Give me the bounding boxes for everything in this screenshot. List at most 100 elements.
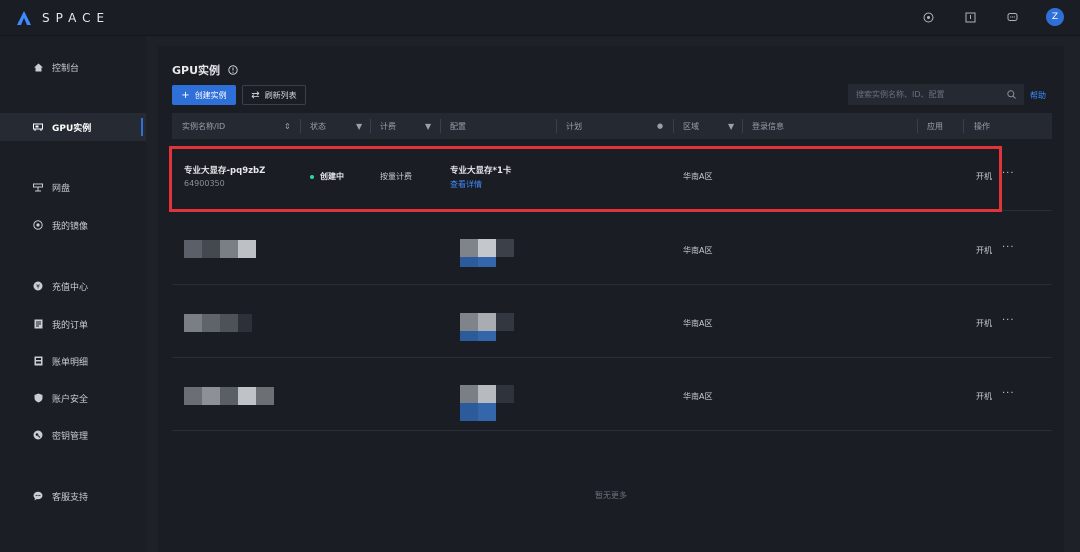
- sidebar: 控制台 GPU实例 网盘 我的镜像 ¥ 充值中心 我的订单 账单明细 账户安全 …: [0, 36, 146, 552]
- region-cell: 华南A区: [683, 172, 713, 181]
- info-icon[interactable]: [228, 65, 238, 75]
- refresh-icon: ⇄: [251, 89, 260, 101]
- sidebar-item-label: 账户安全: [52, 394, 89, 405]
- more-icon[interactable]: ···: [1002, 315, 1015, 326]
- power-on-button[interactable]: 开机: [976, 245, 992, 256]
- sidebar-item-my-images[interactable]: 我的镜像: [0, 211, 146, 239]
- order-icon: [33, 319, 43, 329]
- top-bar: SPACE Z: [0, 0, 1080, 36]
- region-cell: 华南A区: [683, 319, 713, 328]
- filter-icon[interactable]: ▼: [728, 113, 734, 139]
- sort-icon[interactable]: ⇕: [284, 113, 291, 139]
- instance-name-cell: 专业大显存-pq9zbZ 64900350: [184, 164, 265, 188]
- logo[interactable]: SPACE: [16, 10, 110, 26]
- table-row: 华南A区 开机 ···: [172, 286, 1052, 358]
- power-on-button[interactable]: 开机: [976, 391, 992, 402]
- sidebar-item-recharge[interactable]: ¥ 充值中心: [0, 272, 146, 300]
- table-row: 华南A区 开机 ···: [172, 359, 1052, 431]
- power-on-button[interactable]: 开机: [976, 171, 992, 182]
- chat-icon: [33, 491, 43, 501]
- image-icon: [33, 220, 43, 230]
- sidebar-item-label: 我的订单: [52, 320, 89, 331]
- notification-icon[interactable]: [922, 11, 934, 23]
- column-header-apps: 应用: [927, 113, 943, 139]
- table-header: 实例名称/ID ⇕ 状态 ▼ 计费 ▼ 配置 计划 ● 区域 ▼ 登录信息 应用…: [172, 113, 1052, 139]
- power-on-button[interactable]: 开机: [976, 318, 992, 329]
- config-name: 专业大显存*1卡: [450, 166, 512, 176]
- refresh-list-label: 刷新列表: [264, 90, 297, 100]
- disk-icon: [33, 182, 43, 192]
- logo-icon: [17, 11, 31, 25]
- column-header-label: 操作: [974, 121, 990, 131]
- column-header-label: 配置: [450, 121, 466, 131]
- message-icon[interactable]: [1006, 11, 1018, 23]
- search-icon[interactable]: [1007, 90, 1016, 99]
- document-icon[interactable]: [964, 11, 976, 23]
- sidebar-item-label: 我的镜像: [52, 221, 89, 232]
- column-header-config: 配置: [450, 113, 466, 139]
- column-header-actions: 操作: [974, 113, 990, 139]
- status-badge: 创建中: [310, 171, 344, 182]
- region-cell: 华南A区: [683, 392, 713, 401]
- sidebar-item-label: 充值中心: [52, 282, 89, 293]
- shield-icon: [33, 393, 43, 403]
- column-header-billing: 计费: [380, 113, 396, 139]
- recharge-icon: ¥: [33, 281, 43, 291]
- sidebar-item-billing[interactable]: 账单明细: [0, 347, 146, 375]
- sidebar-item-label: 账单明细: [52, 357, 89, 368]
- filter-icon[interactable]: ▼: [356, 113, 362, 139]
- home-icon: [33, 62, 43, 72]
- logo-text: SPACE: [42, 11, 111, 25]
- create-instance-button[interactable]: + 创建实例: [172, 85, 236, 105]
- sidebar-item-label: 密钥管理: [52, 431, 89, 442]
- column-header-status: 状态: [310, 113, 326, 139]
- more-icon[interactable]: ···: [1002, 168, 1015, 179]
- sidebar-item-disk[interactable]: 网盘: [0, 173, 146, 201]
- avatar[interactable]: Z: [1046, 8, 1064, 26]
- help-dot-icon[interactable]: ●: [657, 113, 663, 139]
- column-header-label: 状态: [310, 121, 326, 131]
- page-title-text: GPU实例: [172, 64, 221, 77]
- billing-cell: 按量计费: [380, 172, 412, 181]
- sidebar-item-dashboard[interactable]: 控制台: [0, 53, 146, 81]
- svg-text:¥: ¥: [36, 283, 40, 290]
- sidebar-item-gpu-instances[interactable]: GPU实例: [0, 113, 146, 141]
- filter-icon[interactable]: ▼: [425, 113, 431, 139]
- status-text: 创建中: [320, 172, 344, 181]
- create-instance-label: 创建实例: [194, 90, 227, 100]
- sidebar-item-label: 客服支持: [52, 492, 89, 503]
- main-content: GPU实例 + 创建实例 ⇄ 刷新列表 帮助 实例名称/ID ⇕ 状态 ▼ 计费…: [158, 46, 1064, 552]
- table-row: 专业大显存-pq9zbZ 64900350 创建中 按量计费 专业大显存*1卡 …: [172, 139, 1052, 211]
- sidebar-item-key-management[interactable]: 密钥管理: [0, 421, 146, 449]
- bill-icon: [33, 356, 43, 366]
- status-dot-icon: [310, 174, 314, 179]
- column-header-region: 区域: [683, 113, 699, 139]
- more-icon[interactable]: ···: [1002, 388, 1015, 399]
- key-icon: [33, 430, 43, 440]
- column-header-label: 区域: [683, 121, 699, 131]
- table-row: 华南A区 开机 ···: [172, 213, 1052, 285]
- page-title: GPU实例: [172, 62, 238, 78]
- empty-state-text: 暂无更多: [595, 491, 627, 500]
- search-box: [848, 84, 1024, 105]
- column-header-label: 计划: [566, 121, 582, 131]
- sidebar-item-label: 网盘: [52, 183, 71, 194]
- column-header-label: 登录信息: [752, 121, 784, 131]
- column-header-label: 计费: [380, 121, 396, 131]
- sidebar-item-support[interactable]: 客服支持: [0, 482, 146, 510]
- more-icon[interactable]: ···: [1002, 242, 1015, 253]
- sidebar-item-account-security[interactable]: 账户安全: [0, 384, 146, 412]
- column-header-plan: 计划: [566, 113, 582, 139]
- search-input[interactable]: [856, 90, 996, 99]
- config-cell: 专业大显存*1卡 查看详情: [450, 164, 511, 190]
- gpu-icon: [33, 122, 43, 132]
- instance-name[interactable]: 专业大显存-pq9zbZ: [184, 164, 265, 176]
- sidebar-item-my-orders[interactable]: 我的订单: [0, 310, 146, 338]
- plus-icon: +: [181, 89, 190, 101]
- help-link[interactable]: 帮助: [1030, 90, 1046, 101]
- view-details-link[interactable]: 查看详情: [450, 179, 511, 190]
- instance-id: 64900350: [184, 179, 225, 188]
- column-header-name[interactable]: 实例名称/ID: [182, 113, 225, 139]
- sidebar-item-label: 控制台: [52, 63, 80, 74]
- refresh-list-button[interactable]: ⇄ 刷新列表: [242, 85, 306, 105]
